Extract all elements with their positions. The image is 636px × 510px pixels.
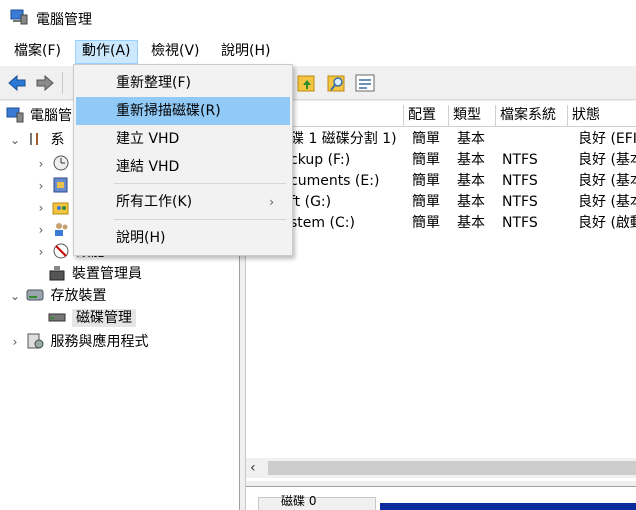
event-viewer-icon bbox=[53, 177, 68, 193]
tree-label: 裝置管理員 bbox=[72, 266, 142, 282]
tree-item-disk-management[interactable]: 磁碟管理 bbox=[48, 307, 136, 329]
cell-layout: 簡單 bbox=[412, 131, 440, 147]
menu-item-refresh[interactable]: 重新整理(F) bbox=[76, 69, 290, 97]
column-header-status[interactable]: 狀態 bbox=[568, 105, 636, 127]
cell-status: 良好 (基本 bbox=[578, 194, 636, 210]
computer-management-icon bbox=[6, 107, 24, 123]
cell-volume: ckup (F:) bbox=[290, 152, 351, 168]
chevron-down-icon[interactable]: ⌄ bbox=[8, 129, 22, 151]
volume-list: 區 配置 類型 檔案系統 狀態 碟 1 磁碟分割 1) 簡單 基本 良好 (EF… bbox=[246, 101, 636, 481]
cell-status: 良好 (啟動 bbox=[578, 215, 636, 231]
menu-item-create-vhd[interactable]: 建立 VHD bbox=[76, 125, 290, 153]
cell-type: 基本 bbox=[457, 215, 485, 231]
chevron-right-icon[interactable]: › bbox=[34, 153, 48, 175]
chevron-right-icon[interactable]: › bbox=[34, 241, 48, 263]
tree-label: 服務與應用程式 bbox=[50, 334, 149, 350]
tree-item-storage[interactable]: ⌄ 存放裝置 bbox=[8, 285, 106, 307]
tree-label: 系 bbox=[50, 132, 65, 148]
performance-icon bbox=[53, 243, 69, 259]
tree-label: 磁碟管理 bbox=[72, 309, 136, 327]
cell-filesystem: NTFS bbox=[502, 194, 538, 210]
device-manager-icon bbox=[49, 266, 65, 281]
menu-item-all-tasks[interactable]: 所有工作(K) › bbox=[76, 188, 290, 216]
tree-label: 存放裝置 bbox=[50, 288, 107, 304]
search-folder-icon[interactable] bbox=[326, 72, 348, 94]
menu-bar: 檔案(F) 動作(A) 檢視(V) 說明(H) bbox=[0, 36, 636, 66]
cell-layout: 簡單 bbox=[412, 194, 440, 210]
cell-status: 良好 (基本 bbox=[578, 152, 636, 168]
tree-item-services[interactable]: › 服務與應用程式 bbox=[8, 331, 148, 353]
column-header-filesystem[interactable]: 檔案系統 bbox=[496, 105, 568, 127]
disk-label-text: 磁碟 0 bbox=[281, 494, 317, 508]
cell-status: 良好 (EFI bbox=[578, 131, 636, 147]
chevron-right-icon[interactable]: › bbox=[8, 331, 22, 353]
disk-partition-bar[interactable] bbox=[380, 503, 636, 510]
cell-layout: 簡單 bbox=[412, 173, 440, 189]
scrollbar-thumb[interactable] bbox=[268, 461, 636, 475]
tree-item-root[interactable]: 電腦管 bbox=[6, 105, 72, 127]
users-icon bbox=[55, 223, 68, 236]
properties-list-icon[interactable] bbox=[354, 72, 376, 94]
menu-item-label: 所有工作(K) bbox=[116, 194, 193, 210]
shared-folder-icon bbox=[52, 202, 69, 215]
chevron-right-icon[interactable]: › bbox=[34, 175, 48, 197]
forward-arrow-icon[interactable] bbox=[34, 72, 56, 94]
menu-item-help[interactable]: 說明(H) bbox=[76, 224, 290, 252]
cell-volume: cuments (E:) bbox=[290, 173, 380, 189]
cell-layout: 簡單 bbox=[412, 215, 440, 231]
title-bar: 電腦管理 bbox=[0, 0, 636, 36]
menu-view[interactable]: 檢視(V) bbox=[145, 40, 206, 64]
tree-label: 電腦管 bbox=[30, 108, 72, 124]
cell-type: 基本 bbox=[457, 194, 485, 210]
tree-item-local-users[interactable]: › bbox=[34, 219, 76, 241]
cell-volume: ft (G:) bbox=[290, 194, 332, 210]
cell-type: 基本 bbox=[457, 131, 485, 147]
window-title: 電腦管理 bbox=[36, 12, 92, 28]
menu-file[interactable]: 檔案(F) bbox=[8, 40, 67, 64]
tree-item-system-tools[interactable]: ⌄ 系 bbox=[8, 129, 64, 151]
cell-volume: 碟 1 磁碟分割 1) bbox=[290, 131, 397, 147]
submenu-arrow-icon: › bbox=[269, 195, 274, 209]
menu-action[interactable]: 動作(A) bbox=[75, 40, 138, 64]
column-header-type[interactable]: 類型 bbox=[449, 105, 496, 127]
cell-layout: 簡單 bbox=[412, 152, 440, 168]
tree-item-shared-folders[interactable]: › bbox=[34, 197, 76, 219]
chevron-down-icon[interactable]: ⌄ bbox=[8, 285, 22, 307]
disk-label[interactable]: 磁碟 0 bbox=[258, 494, 376, 510]
disk-drive-icon bbox=[48, 313, 66, 322]
horizontal-scrollbar[interactable]: ‹ bbox=[246, 458, 636, 478]
action-dropdown-menu: 重新整理(F) 重新掃描磁碟(R) 建立 VHD 連結 VHD 所有工作(K) … bbox=[73, 64, 293, 256]
cell-volume: stem (C:) bbox=[290, 215, 355, 231]
storage-icon bbox=[26, 289, 44, 301]
computer-management-icon bbox=[10, 9, 28, 25]
cell-filesystem bbox=[498, 129, 568, 150]
cell-status: 良好 (基本 bbox=[578, 173, 636, 189]
cell-filesystem: NTFS bbox=[502, 152, 538, 168]
scroll-left-icon[interactable]: ‹ bbox=[250, 460, 256, 476]
cell-type: 基本 bbox=[457, 152, 485, 168]
tools-icon bbox=[30, 133, 39, 145]
up-folder-icon[interactable] bbox=[296, 72, 318, 94]
toolbar-separator bbox=[62, 72, 63, 94]
menu-help[interactable]: 說明(H) bbox=[215, 40, 276, 64]
column-header-layout[interactable]: 配置 bbox=[404, 105, 449, 127]
tree-item-task-scheduler[interactable]: › bbox=[34, 153, 76, 175]
menu-separator bbox=[114, 183, 286, 184]
cell-filesystem: NTFS bbox=[502, 173, 538, 189]
menu-item-rescan-disks[interactable]: 重新掃描磁碟(R) bbox=[76, 97, 290, 125]
menu-item-attach-vhd[interactable]: 連結 VHD bbox=[76, 153, 290, 181]
menu-separator bbox=[114, 219, 286, 220]
chevron-right-icon[interactable]: › bbox=[34, 197, 48, 219]
chevron-right-icon[interactable]: › bbox=[34, 219, 48, 241]
cell-type: 基本 bbox=[457, 173, 485, 189]
cell-filesystem: NTFS bbox=[502, 215, 538, 231]
clock-icon bbox=[53, 155, 69, 171]
services-icon bbox=[27, 333, 44, 349]
tree-item-device-manager[interactable]: 裝置管理員 bbox=[48, 263, 142, 285]
tree-item-event-viewer[interactable]: › bbox=[34, 175, 76, 197]
disk-graphical-view: 磁碟 0 bbox=[246, 486, 636, 510]
back-arrow-icon[interactable] bbox=[6, 72, 28, 94]
